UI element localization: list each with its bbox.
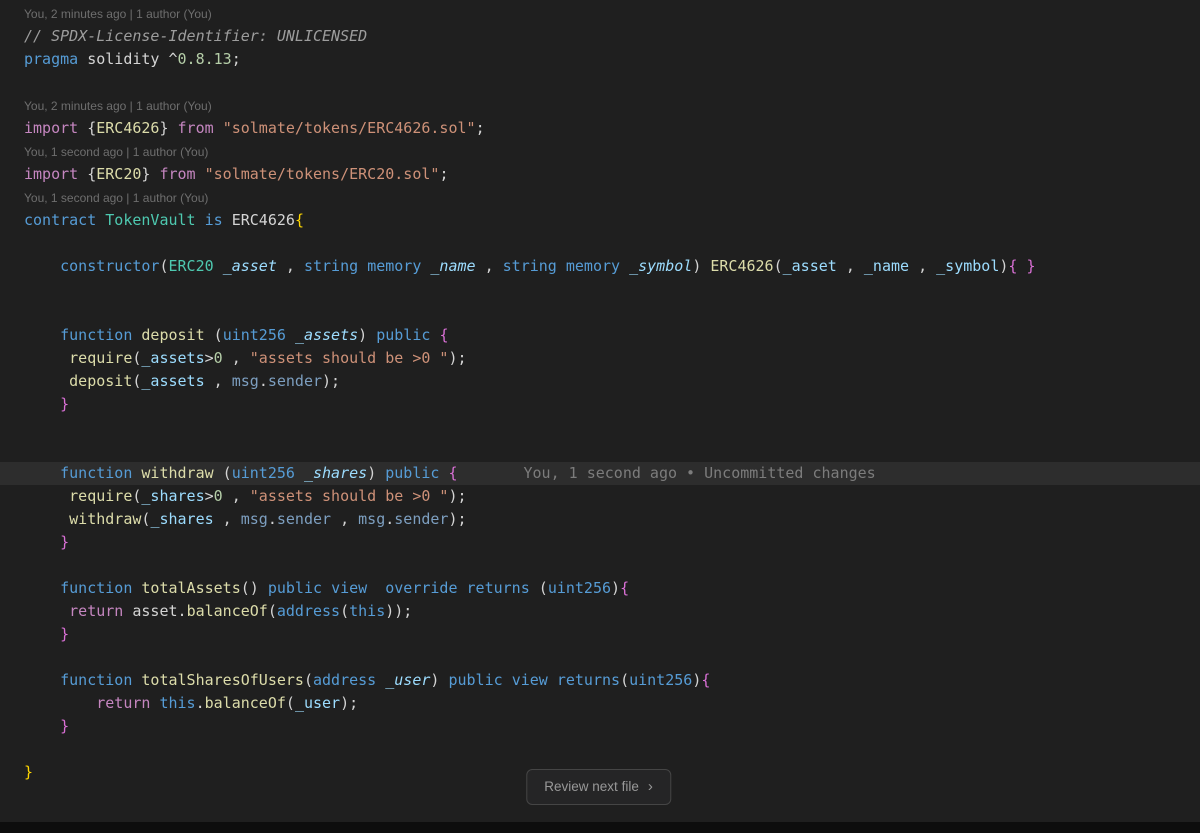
code-line: } (60, 717, 70, 735)
code-line: require(_assets>0 , "assets should be >0… (69, 349, 467, 367)
chevron-right-icon: › (647, 778, 653, 795)
code-line: import {ERC4626} from "solmate/tokens/ER… (24, 119, 485, 137)
code-editor[interactable]: You, 2 minutes ago | 1 author (You) // SP… (0, 0, 1200, 833)
inline-blame-annotation: You, 1 second ago • Uncommitted changes (523, 464, 876, 482)
review-next-file-button[interactable]: Review next file › (526, 769, 671, 805)
code-line: function totalSharesOfUsers(address _use… (60, 671, 711, 689)
review-next-file-label: Review next file (544, 779, 639, 794)
empty-line (0, 278, 1200, 301)
code-line: return asset.balanceOf(address(this)); (69, 602, 413, 620)
code-line: contract TokenVault is ERC4626{ (24, 211, 304, 229)
empty-line (0, 232, 1200, 255)
codelens-blame-annotation[interactable]: You, 2 minutes ago | 1 author (You) (0, 2, 1200, 25)
code-line: // SPDX-License-Identifier: UNLICENSED (24, 27, 368, 45)
code-line: pragma solidity ^0.8.13; (24, 50, 241, 68)
code-line-current: function withdraw (uint256 _shares) publ… (0, 462, 1200, 485)
code-line: require(_shares>0 , "assets should be >0… (69, 487, 467, 505)
empty-line (0, 439, 1200, 462)
bottom-panel-edge (0, 822, 1200, 833)
code-line: function deposit (uint256 _assets) publi… (60, 326, 449, 344)
code-line: return this.balanceOf(_user); (96, 694, 359, 712)
code-line: } (60, 533, 70, 551)
codelens-blame-annotation[interactable]: You, 1 second ago | 1 author (You) (0, 140, 1200, 163)
empty-line (0, 71, 1200, 94)
empty-line (0, 738, 1200, 761)
code-line: deposit(_assets , msg.sender); (69, 372, 341, 390)
codelens-blame-annotation[interactable]: You, 1 second ago | 1 author (You) (0, 186, 1200, 209)
code-line: function totalAssets() public view overr… (60, 579, 630, 597)
code-line: constructor(ERC20 _asset , string memory… (60, 257, 1036, 275)
codelens-blame-annotation[interactable]: You, 2 minutes ago | 1 author (You) (0, 94, 1200, 117)
empty-line (0, 554, 1200, 577)
empty-line (0, 646, 1200, 669)
code-lines: You, 2 minutes ago | 1 author (You) // SP… (0, 2, 1200, 784)
empty-line (0, 301, 1200, 324)
empty-line (0, 416, 1200, 439)
code-line: } (60, 625, 70, 643)
code-line: import {ERC20} from "solmate/tokens/ERC2… (24, 165, 449, 183)
code-line: withdraw(_shares , msg.sender , msg.send… (69, 510, 467, 528)
code-line: } (60, 395, 70, 413)
